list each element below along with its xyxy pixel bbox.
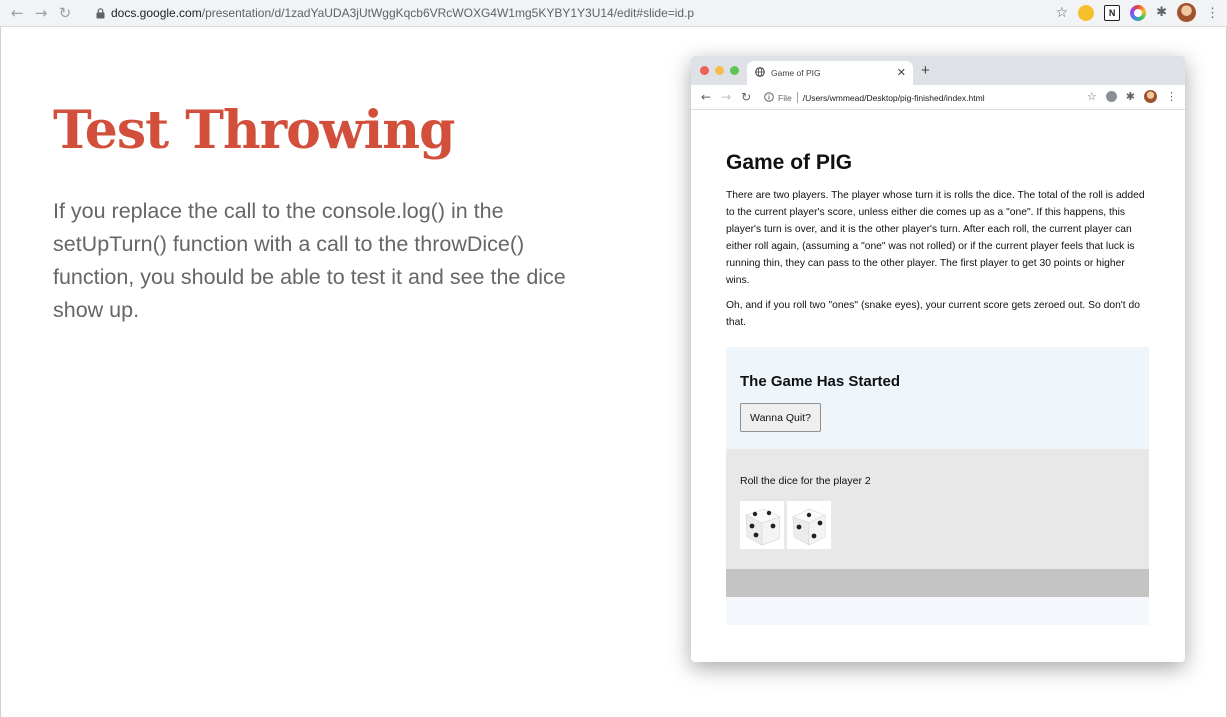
inner-url-text: /Users/wmmead/Desktop/pig-finished/index… — [802, 92, 985, 103]
inner-forward-arrow-icon: → — [721, 90, 732, 104]
inner-tab-title: Game of PIG — [771, 68, 821, 78]
extension-color-icon[interactable] — [1130, 4, 1147, 21]
lock-icon[interactable] — [93, 6, 107, 20]
score-bar — [726, 569, 1149, 597]
inner-avatar — [1144, 90, 1157, 103]
new-tab-icon: + — [921, 62, 930, 79]
file-scheme-label: File — [778, 92, 792, 103]
game-rules-paragraph: There are two players. The player whose … — [726, 190, 1145, 286]
inner-address-bar: File /Users/wmmead/Desktop/pig-finished/… — [764, 88, 1089, 107]
game-page: Game of PIG There are two players. The p… — [726, 151, 1149, 339]
inner-extension-icon — [1105, 91, 1117, 102]
slide-title: Test Throwing — [53, 100, 455, 161]
tab-close-icon: ✕ — [896, 67, 906, 79]
footer-bar — [726, 597, 1149, 625]
roll-prompt: Roll the dice for the player 2 — [740, 475, 871, 487]
inner-bookmark-star-icon: ☆ — [1086, 90, 1097, 103]
address-bar[interactable]: docs.google.com/presentation/d/1zadYaUDA… — [111, 6, 694, 20]
omnibox-divider — [796, 92, 798, 103]
dice-panel: Roll the dice for the player 2 — [726, 449, 1149, 569]
minimize-window-dot — [715, 66, 724, 75]
browser-menu-icon[interactable]: ⋮ — [1206, 5, 1219, 21]
extension-notion-icon[interactable]: N — [1104, 4, 1121, 21]
game-heading: Game of PIG — [726, 151, 853, 174]
die-1 — [740, 501, 784, 549]
extension-emoji-icon[interactable] — [1078, 4, 1095, 21]
slide-body-text: If you replace the call to the console.l… — [53, 199, 566, 322]
embedded-browser-screenshot: Game of PIG ✕ + ← → ↻ File /Users/wmmead… — [691, 56, 1185, 662]
snake-eyes-paragraph: Oh, and if you roll two "ones" (snake ey… — [726, 300, 1140, 328]
game-status-heading: The Game Has Started — [740, 373, 901, 390]
forward-arrow-icon[interactable]: → — [31, 3, 51, 23]
url-host: docs.google.com — [111, 6, 202, 20]
inner-toolbar: ← → ↻ File /Users/wmmead/Desktop/pig-fin… — [691, 85, 1185, 110]
inner-menu-icon: ⋮ — [1166, 91, 1177, 103]
back-arrow-icon[interactable]: ← — [7, 3, 27, 23]
inner-puzzle-icon: ✱ — [1125, 90, 1135, 103]
reload-icon[interactable]: ↻ — [55, 3, 75, 23]
game-status-panel: The Game Has Started Wanna Quit? — [726, 347, 1149, 449]
info-icon — [764, 89, 774, 107]
inner-tab: Game of PIG ✕ — [747, 61, 913, 85]
outer-browser-toolbar: ← → ↻ docs.google.com/presentation/d/1za… — [0, 0, 1227, 27]
url-path: /presentation/d/1zadYaUDA3jUtWggKqcb6VRc… — [201, 6, 695, 20]
quit-button: Wanna Quit? — [740, 403, 821, 432]
die-2 — [787, 501, 831, 549]
globe-icon — [755, 64, 765, 82]
maximize-window-dot — [730, 66, 739, 75]
bookmark-star-icon[interactable]: ☆ — [1056, 5, 1069, 21]
inner-back-arrow-icon: ← — [701, 90, 712, 104]
inner-reload-icon: ↻ — [741, 90, 752, 104]
extensions-puzzle-icon[interactable]: ✱ — [1156, 5, 1167, 20]
inner-toolbar-icons: ☆ ✱ ⋮ — [1087, 90, 1177, 103]
inner-tab-strip: Game of PIG ✕ + — [691, 56, 1185, 85]
close-window-dot — [700, 66, 709, 75]
profile-avatar[interactable] — [1177, 3, 1196, 22]
